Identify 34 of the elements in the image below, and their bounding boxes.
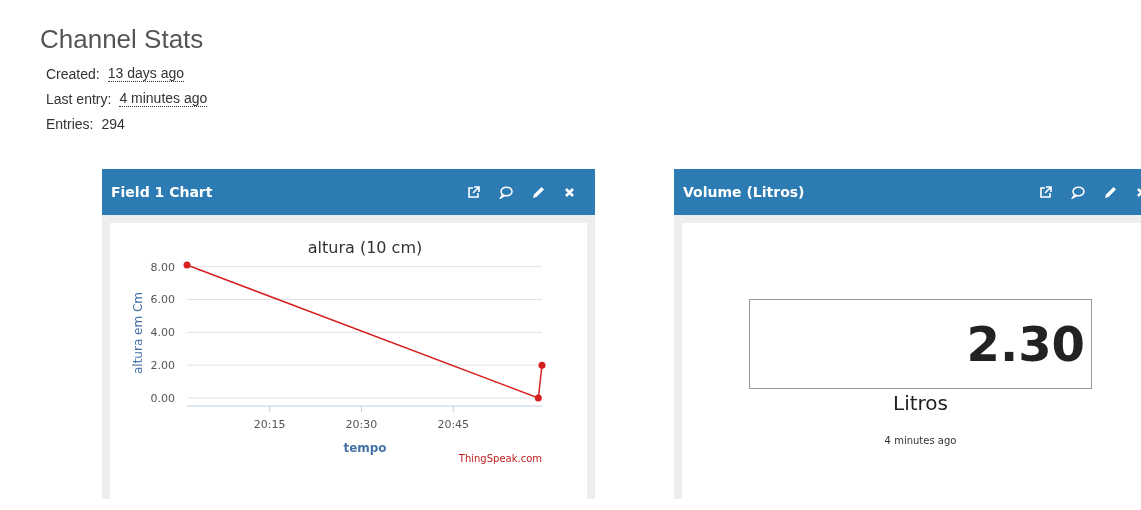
external-link-icon[interactable]	[467, 185, 480, 199]
data-point	[538, 361, 546, 369]
comment-icon[interactable]	[1071, 185, 1085, 199]
value-text: 2.30	[966, 316, 1085, 372]
pencil-icon[interactable]	[532, 185, 545, 199]
x-tick-label: 20:45	[437, 418, 470, 431]
stat-label: Entries:	[46, 115, 94, 132]
external-link-icon[interactable]	[1039, 185, 1052, 199]
panel-title: Field 1 Chart	[111, 184, 213, 200]
y-tick-label: 8.00	[150, 260, 175, 274]
data-point	[534, 394, 542, 402]
stat-time: 13 days ago	[107, 65, 184, 82]
chart-credit: ThingSpeak.com	[458, 453, 542, 464]
close-icon[interactable]	[564, 186, 575, 198]
stat-label: Created:	[46, 65, 100, 82]
x-axis-label: tempo	[343, 441, 387, 455]
page-title: Channel Stats	[39, 23, 205, 55]
stat-label: Last entry:	[46, 90, 112, 107]
stat-time: 4 minutes ago	[119, 90, 208, 107]
comment-icon[interactable]	[499, 185, 513, 199]
y-tick-label: 0.00	[150, 392, 175, 405]
x-tick-label: 20:15	[253, 418, 286, 431]
data-point	[183, 261, 191, 269]
chart-title: altura (10 cm)	[307, 238, 423, 257]
x-tick-label: 20:30	[345, 418, 378, 431]
stat-value: 294	[101, 115, 125, 132]
y-tick-label: 2.00	[150, 359, 175, 373]
panel-title: Volume (Litros)	[683, 184, 805, 200]
y-axis-label: altura em Cm	[131, 291, 145, 375]
updated-time: 4 minutes ago	[884, 435, 957, 446]
units-label: Litros	[893, 391, 948, 415]
y-tick-label: 4.00	[150, 326, 175, 340]
y-tick-label: 6.00	[150, 293, 175, 307]
pencil-icon[interactable]	[1104, 185, 1117, 199]
